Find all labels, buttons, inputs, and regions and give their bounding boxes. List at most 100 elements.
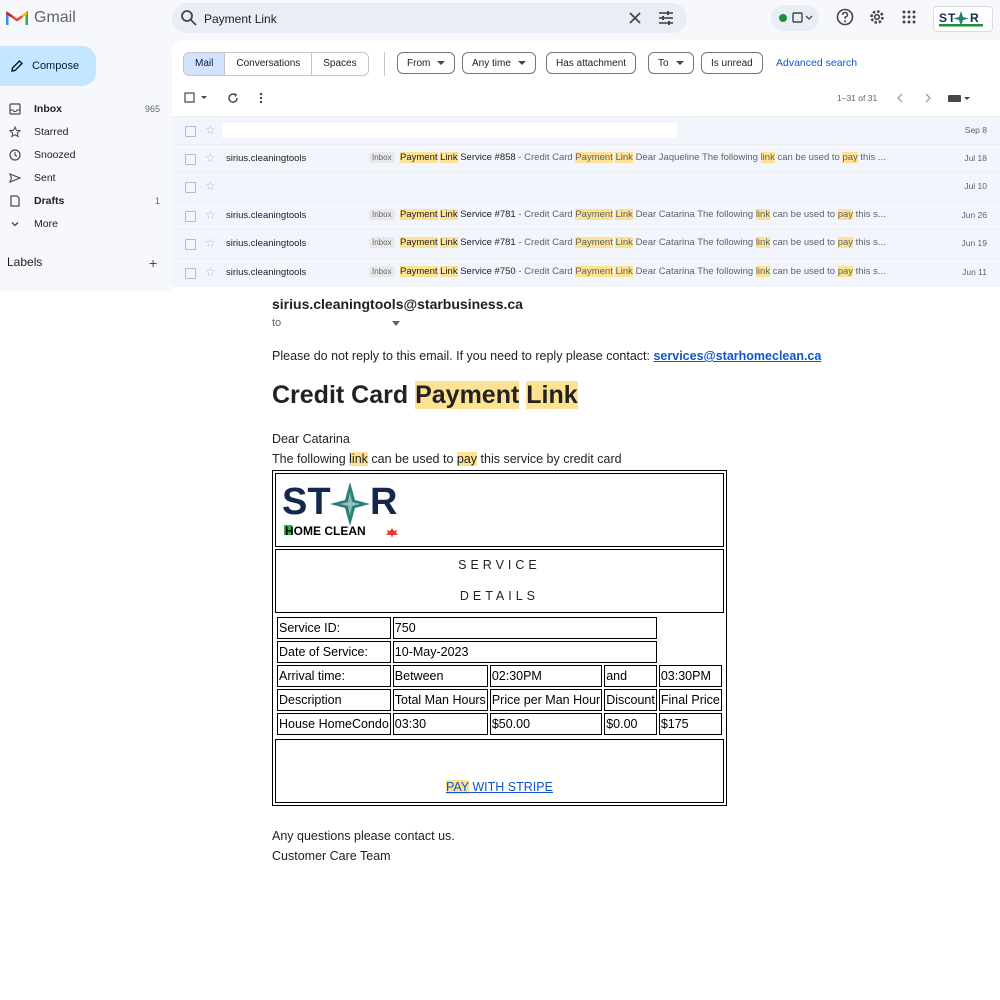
segment-conversations[interactable]: Conversations: [225, 53, 313, 75]
status-dot-icon: [779, 12, 813, 23]
between-label: Between: [392, 665, 488, 687]
advanced-search-link[interactable]: Advanced search: [776, 57, 857, 69]
snippet: - Credit Card Payment Link Dear Jaquelin…: [518, 152, 886, 163]
price-value: $50.00: [489, 713, 603, 735]
row-checkbox[interactable]: [185, 268, 196, 279]
email-row[interactable]: ☆ sirius.cleaningtools Inbox Payment Lin…: [172, 144, 1000, 173]
email-sender: sirius.cleaningtools: [226, 267, 307, 278]
chevron-down-icon[interactable]: [392, 321, 400, 326]
and-label: and: [604, 665, 657, 687]
tune-icon[interactable]: [657, 9, 675, 27]
email-subject: Payment Link Service #858 - Credit Card …: [400, 152, 920, 163]
sidebar-item-inbox[interactable]: Inbox 965: [0, 98, 170, 120]
row-checkbox[interactable]: [185, 126, 196, 137]
star-icon[interactable]: ☆: [205, 179, 216, 193]
star-icon[interactable]: ☆: [205, 208, 216, 222]
sidebar-item-count: 1: [154, 196, 160, 206]
segment-mail[interactable]: Mail: [184, 53, 226, 75]
is-unread-chip[interactable]: Is unread: [701, 52, 763, 74]
more-vert-icon[interactable]: [258, 92, 264, 104]
star-icon[interactable]: ☆: [205, 265, 216, 279]
recipient-line[interactable]: to: [272, 317, 832, 329]
sender-address: sirius.cleaningtools@starbusiness.ca: [272, 296, 523, 312]
row-checkbox[interactable]: [185, 182, 196, 193]
row-checkbox[interactable]: [185, 211, 196, 222]
chevron-right-icon[interactable]: [923, 93, 933, 103]
help-icon[interactable]: [836, 8, 854, 26]
sidebar-item-drafts[interactable]: Drafts 1: [0, 190, 170, 212]
sidebar-item-snoozed[interactable]: Snoozed: [0, 144, 170, 166]
has-attachment-chip[interactable]: Has attachment: [546, 52, 637, 74]
select-all-checkbox[interactable]: [184, 92, 212, 104]
email-sender: sirius.cleaningtools: [226, 153, 307, 164]
inbox-tag: Inbox: [369, 209, 395, 220]
compose-button[interactable]: Compose: [0, 46, 96, 86]
pay-with-stripe-link[interactable]: PAY WITH STRIPE: [445, 780, 553, 794]
date-value: 10-May-2023: [392, 641, 657, 663]
row-checkbox[interactable]: [185, 154, 196, 165]
chip-label: From: [407, 58, 431, 69]
email-row[interactable]: ☆ sirius.cleaningtools Inbox Payment Lin…: [172, 201, 1000, 230]
status-indicator[interactable]: [771, 5, 819, 31]
email-date: Jul 10: [964, 181, 987, 191]
pencil-icon: [11, 60, 23, 72]
to-filter-chip[interactable]: To: [648, 52, 694, 74]
service-details-heading: SERVICE DETAILS: [275, 549, 724, 613]
col-price-per-hour: Price per Man Hour: [489, 689, 603, 711]
search-icon[interactable]: [180, 9, 198, 27]
sidebar-item-label: Snoozed: [34, 149, 76, 161]
sidebar-item-count: 965: [144, 104, 160, 114]
discount-value: $0.00: [604, 713, 657, 735]
email-date: Jun 11: [962, 267, 987, 277]
from-filter-chip[interactable]: From: [397, 52, 456, 74]
close-icon[interactable]: [626, 9, 644, 27]
search-bar[interactable]: [172, 3, 687, 35]
gmail-logo[interactable]: Gmail: [6, 8, 76, 28]
arrival-label: Arrival time:: [277, 665, 391, 687]
signature: Customer Care Team: [272, 848, 391, 863]
inbox-tag: Inbox: [369, 152, 395, 163]
email-subject: Payment Link Service #781 - Credit Card …: [400, 237, 886, 248]
chip-label: To: [658, 58, 669, 69]
star-icon[interactable]: ☆: [205, 236, 216, 250]
sidebar-item-label: More: [34, 218, 58, 230]
email-sender: sirius.cleaningtools: [226, 238, 307, 249]
email-date: Jun 19: [961, 238, 987, 248]
segment-spaces[interactable]: Spaces: [312, 53, 367, 75]
sidebar-item-starred[interactable]: Starred: [0, 121, 170, 143]
labels-heading: Labels: [7, 255, 43, 269]
email-row[interactable]: ☆ sirius.cleaningtools Inbox Payment Lin…: [172, 229, 1000, 258]
row-checkbox[interactable]: [185, 239, 196, 250]
sidebar-item-label: Drafts: [34, 195, 65, 207]
any-time-filter-chip[interactable]: Any time: [462, 52, 536, 74]
email-row[interactable]: ☆ Jul 10: [172, 172, 1000, 201]
email-row[interactable]: ☆ Sep 8: [172, 116, 1000, 145]
gmail-m-icon: [6, 10, 28, 25]
subject-word: Payment: [400, 152, 438, 163]
chip-label: Is unread: [711, 58, 753, 69]
email-row[interactable]: ☆ sirius.cleaningtools Inbox Payment Lin…: [172, 258, 1000, 287]
app-name: Gmail: [34, 9, 76, 26]
add-label-icon[interactable]: +: [149, 255, 157, 271]
send-icon: [9, 173, 21, 183]
gear-icon[interactable]: [868, 8, 886, 26]
apps-icon[interactable]: [900, 8, 918, 26]
chevron-left-icon[interactable]: [895, 93, 905, 103]
contact-email-link[interactable]: services@starhomeclean.ca: [653, 349, 821, 363]
star-icon[interactable]: ☆: [205, 151, 216, 165]
sidebar-item-label: Inbox: [34, 103, 62, 115]
search-input[interactable]: [202, 3, 606, 35]
sidebar-item-sent[interactable]: Sent: [0, 167, 170, 189]
star-icon[interactable]: ☆: [205, 123, 216, 137]
dropdown-arrow-icon: [437, 61, 446, 66]
hours-value: 03:30: [392, 713, 488, 735]
refresh-icon[interactable]: [227, 92, 239, 104]
sidebar-item-more[interactable]: More: [0, 213, 170, 235]
account-logo[interactable]: ST R: [933, 6, 993, 32]
email-subject: Payment Link Service #781 - Credit Card …: [400, 209, 886, 220]
subject-word: Link: [440, 152, 458, 163]
keyboard-icon[interactable]: [947, 93, 973, 103]
service-id-value: 750: [392, 617, 657, 639]
service-number: #858: [494, 152, 516, 163]
date-label: Date of Service:: [277, 641, 391, 663]
